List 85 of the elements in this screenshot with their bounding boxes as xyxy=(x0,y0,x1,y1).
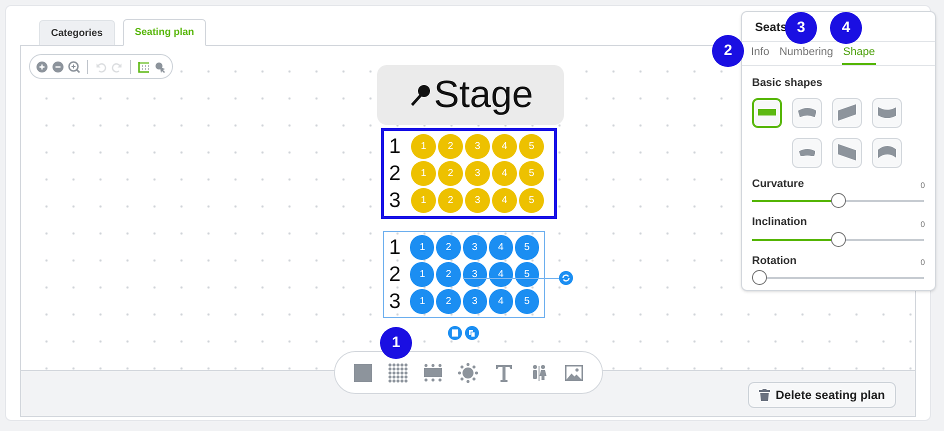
row-label: 3 xyxy=(389,190,402,211)
seat-block[interactable]: 1 1 2 3 4 5 2 1 2 3 4 5 3 1 2 3 4 5 xyxy=(383,231,545,318)
shape-icon xyxy=(798,148,816,156)
seat[interactable]: 5 xyxy=(519,188,544,213)
seat-block[interactable]: 1 1 2 3 4 5 2 1 2 3 4 5 3 1 2 3 4 5 xyxy=(381,128,557,219)
shape-icon xyxy=(878,106,896,118)
seat[interactable]: 2 xyxy=(436,262,461,287)
seat[interactable]: 2 xyxy=(438,161,463,186)
slider-thumb[interactable] xyxy=(831,232,846,246)
seat[interactable]: 1 xyxy=(410,235,434,260)
seat[interactable]: 4 xyxy=(492,188,517,213)
shape-icon xyxy=(878,146,896,159)
zoom-in-icon[interactable] xyxy=(36,60,48,72)
seat[interactable]: 2 xyxy=(436,289,461,314)
slider-value: 0 xyxy=(920,180,925,192)
seat[interactable]: 4 xyxy=(492,161,517,186)
seat[interactable]: 5 xyxy=(519,161,544,186)
seat[interactable]: 5 xyxy=(514,289,540,314)
seat[interactable]: 3 xyxy=(465,188,490,213)
shape-option[interactable] xyxy=(752,98,782,128)
seat[interactable]: 5 xyxy=(519,134,544,159)
shape-option[interactable] xyxy=(792,138,822,168)
seat[interactable]: 3 xyxy=(462,262,487,287)
row-label: 1 xyxy=(389,237,402,258)
seat[interactable]: 4 xyxy=(488,235,513,260)
shape-icon xyxy=(758,109,776,116)
seat[interactable]: 3 xyxy=(465,134,490,159)
tab[interactable]: Seating plan xyxy=(122,19,206,46)
slider-thumb[interactable] xyxy=(752,270,767,285)
slider-label: Rotation xyxy=(752,254,797,268)
seat[interactable]: 3 xyxy=(462,235,487,260)
copy-icon[interactable] xyxy=(465,326,479,340)
row-label: 2 xyxy=(389,163,402,184)
zoom-fit-icon[interactable] xyxy=(68,60,80,72)
seat[interactable]: 5 xyxy=(514,262,540,287)
seat[interactable]: 3 xyxy=(462,289,487,314)
shape-option[interactable] xyxy=(792,98,822,128)
image-icon[interactable] xyxy=(564,362,584,382)
seat[interactable]: 2 xyxy=(438,134,463,159)
row-label: 2 xyxy=(389,264,402,285)
row-label: 3 xyxy=(389,291,402,312)
square-icon[interactable] xyxy=(352,362,373,382)
seat[interactable]: 4 xyxy=(492,134,517,159)
seat[interactable]: 2 xyxy=(438,188,463,213)
slider[interactable] xyxy=(752,193,924,209)
seat[interactable]: 1 xyxy=(410,262,434,287)
shape-icon xyxy=(838,104,856,121)
shape-icon xyxy=(798,108,816,118)
zoom-out-icon[interactable] xyxy=(52,60,64,72)
pointer-icon[interactable] xyxy=(154,60,166,72)
slider-value: 0 xyxy=(920,218,925,230)
section-heading: Basic shapes xyxy=(752,76,824,91)
seat[interactable]: 1 xyxy=(411,161,436,186)
dot-grid-icon[interactable] xyxy=(388,362,408,382)
slider[interactable] xyxy=(752,270,924,286)
seat[interactable]: 3 xyxy=(465,161,490,186)
stage-label: Stage xyxy=(434,76,534,114)
slider-label: Curvature xyxy=(752,176,804,192)
seat[interactable]: 2 xyxy=(436,235,461,260)
table-icon[interactable] xyxy=(423,362,444,382)
shape-option[interactable] xyxy=(872,138,902,168)
slider-value: 0 xyxy=(920,257,925,269)
shape-option[interactable] xyxy=(872,98,902,128)
delete-button[interactable]: Delete seating plan xyxy=(748,382,896,408)
panel-title: Seats xyxy=(755,18,788,36)
panel-tab[interactable]: Numbering xyxy=(778,42,834,65)
tab[interactable]: Categories xyxy=(39,20,115,45)
seat[interactable]: 1 xyxy=(411,134,436,159)
shape-option[interactable] xyxy=(832,98,862,128)
seat[interactable]: 4 xyxy=(488,289,513,314)
round-table-icon[interactable] xyxy=(458,362,478,382)
slider-label: Inclination xyxy=(752,215,807,230)
seat[interactable]: 1 xyxy=(411,188,436,213)
seat[interactable]: 1 xyxy=(410,289,434,314)
rotate-icon[interactable] xyxy=(559,271,573,285)
row-label: 1 xyxy=(389,136,402,157)
seat[interactable]: 5 xyxy=(514,235,540,260)
grid-icon[interactable] xyxy=(138,60,150,72)
shape-icon xyxy=(838,144,856,161)
panel-tab[interactable]: Info xyxy=(750,42,770,65)
shape-option[interactable] xyxy=(832,138,862,168)
slider[interactable] xyxy=(752,232,924,248)
seat[interactable]: 4 xyxy=(488,262,513,287)
text-tool-icon[interactable] xyxy=(494,362,514,382)
slider-thumb[interactable] xyxy=(831,193,846,208)
